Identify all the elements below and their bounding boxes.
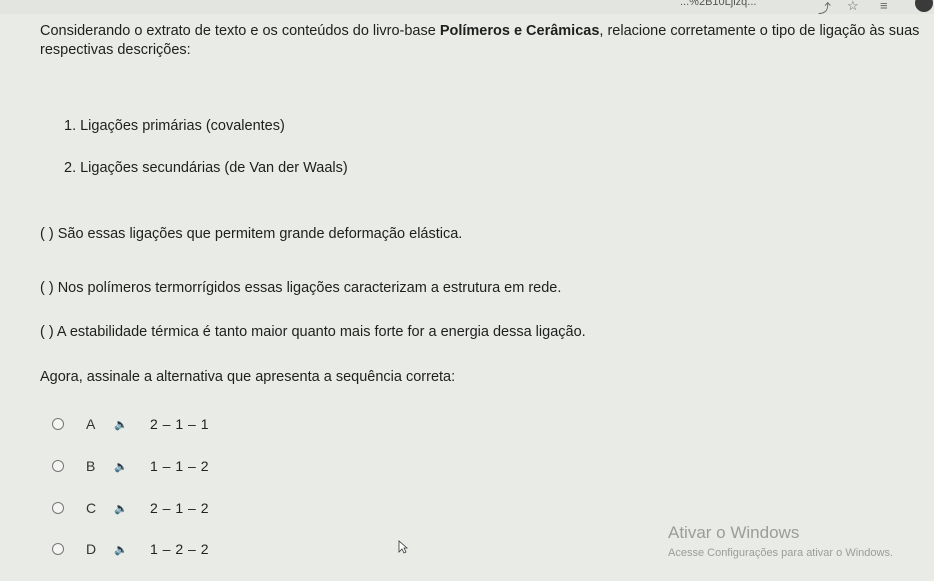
speaker-icon[interactable]: 🔈 [114,460,128,473]
list-item: 1. Ligações primárias (covalentes) [64,118,285,134]
option-d[interactable]: D 🔈 1 – 2 – 2 [52,539,352,559]
share-icon[interactable]: ⤴ [818,0,831,17]
statement-2: ( ) Nos polímeros termorrígidos essas li… [40,280,562,296]
option-value: 1 – 1 – 2 [150,458,209,474]
watermark-title: Ativar o Windows [668,523,800,542]
statement-1: ( ) São essas ligações que permitem gran… [40,226,463,242]
statement-3: ( ) A estabilidade térmica é tanto maior… [40,324,586,340]
option-value: 2 – 1 – 1 [150,416,209,432]
question-text-part: Considerando o extrato de texto e os con… [40,23,440,39]
speaker-icon[interactable]: 🔈 [114,543,128,556]
star-icon[interactable]: ☆ [847,0,859,14]
option-letter: D [86,541,97,557]
radio-button[interactable] [52,418,64,430]
avatar[interactable] [915,0,933,12]
address-bar[interactable]: ...%2B10Ljizq... [680,0,756,8]
option-letter: A [86,416,96,432]
windows-activation-watermark: Ativar o Windows Acesse Configurações pa… [668,523,893,559]
option-value: 2 – 1 – 2 [150,500,209,516]
option-value: 1 – 2 – 2 [150,541,209,557]
radio-button[interactable] [52,502,64,514]
watermark-subtitle: Acesse Configurações para ativar o Windo… [668,547,893,559]
option-b[interactable]: B 🔈 1 – 1 – 2 [52,456,352,476]
speaker-icon[interactable]: 🔈 [114,502,128,515]
option-letter: B [86,458,96,474]
radio-button[interactable] [52,460,64,472]
option-c[interactable]: C 🔈 2 – 1 – 2 [52,498,352,518]
question-text: Considerando o extrato de texto e os con… [40,22,920,60]
radio-button[interactable] [52,543,64,555]
instruction-text: Agora, assinale a alternativa que aprese… [40,369,456,385]
speaker-icon[interactable]: 🔈 [114,418,128,431]
option-a[interactable]: A 🔈 2 – 1 – 1 [52,414,352,434]
book-title: Polímeros e Cerâmicas [439,23,600,39]
option-letter: C [86,500,97,516]
list-item: 2. Ligações secundárias (de Van der Waal… [64,160,348,176]
mouse-cursor-icon [398,540,408,554]
browser-toolbar: ...%2B10Ljizq... ⤴ ☆ ≡ [0,0,934,17]
reading-list-icon[interactable]: ≡ [880,0,888,13]
